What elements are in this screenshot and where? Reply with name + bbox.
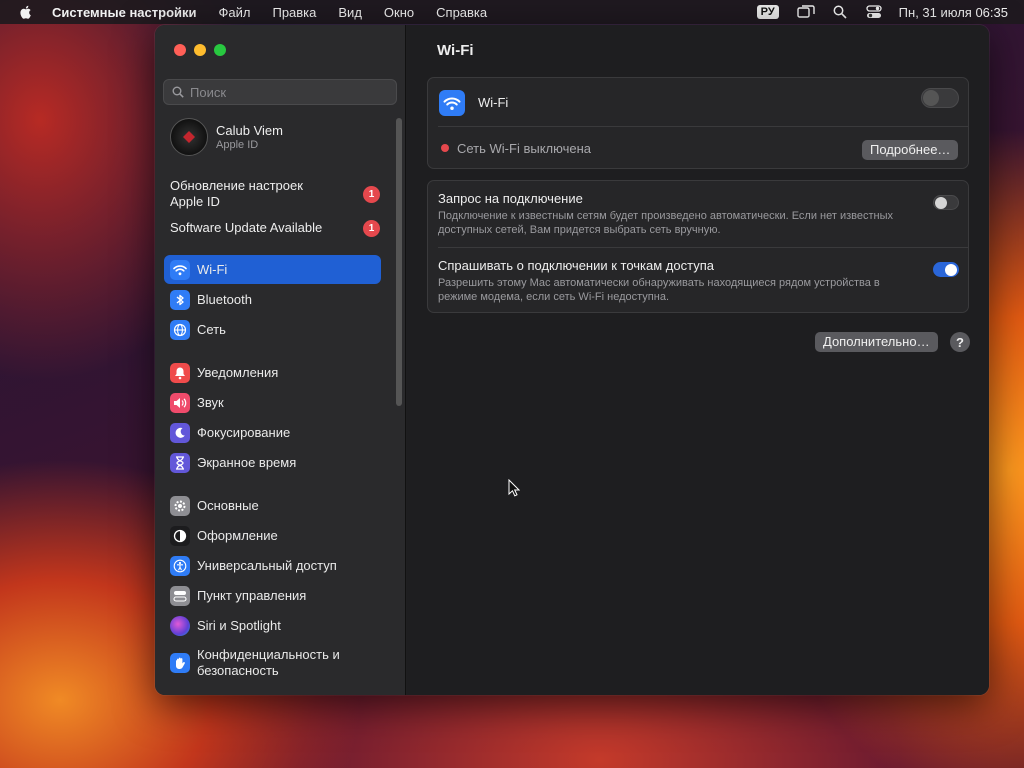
content-pane: Wi-Fi Wi-Fi Сеть Wi-Fi выключена Подробн…	[407, 25, 989, 695]
moon-icon	[170, 422, 190, 443]
sidebar-search	[163, 79, 397, 105]
sidebar-item-label: Сеть	[197, 321, 226, 337]
sidebar-item-label: Основные	[197, 497, 259, 513]
divider	[438, 247, 968, 248]
sidebar-item-screen-time[interactable]: Экранное время	[164, 448, 381, 477]
accessibility-icon	[170, 555, 190, 576]
window-controls	[174, 44, 226, 56]
search-icon	[172, 86, 184, 98]
siri-icon	[170, 615, 190, 636]
sidebar-item-label: Wi-Fi	[197, 261, 228, 277]
bell-icon	[170, 362, 190, 383]
spotlight-search-icon[interactable]	[831, 4, 849, 20]
wifi-icon	[439, 90, 465, 116]
sidebar-item-label: Siri и Spotlight	[197, 617, 281, 633]
sidebar-item-notifications[interactable]: Уведомления	[164, 358, 381, 387]
sidebar-item-label: Оформление	[197, 527, 278, 543]
sidebar-item-sound[interactable]: Звук	[164, 388, 381, 417]
wifi-icon	[170, 259, 190, 280]
menu-edit[interactable]: Правка	[272, 5, 316, 20]
sidebar-item-control-center[interactable]: Пункт управления	[164, 581, 381, 610]
ask-hotspot-description: Разрешить этому Mac автоматически обнару…	[438, 277, 880, 303]
sidebar-item-label: Bluetooth	[197, 291, 252, 307]
wifi-status-text: Сеть Wi-Fi выключена	[457, 141, 591, 156]
control-center-icon	[170, 585, 190, 606]
menu-extras: РУ Пн, 31 июля 06:35	[756, 4, 1024, 20]
sidebar-item-label: Экранное время	[197, 454, 297, 470]
sidebar-scrollbar[interactable]	[396, 118, 402, 406]
close-window-button[interactable]	[174, 44, 186, 56]
notification-badge: 1	[363, 186, 380, 203]
sidebar-item-wifi[interactable]: Wi-Fi	[164, 255, 381, 284]
details-button[interactable]: Подробнее…	[862, 140, 959, 160]
help-button[interactable]: ?	[950, 332, 970, 352]
sidebar-item-accessibility[interactable]: Универсальный доступ	[164, 551, 381, 580]
menu-file[interactable]: Файл	[219, 5, 251, 20]
apple-id-profile[interactable]: Calub Viem Apple ID	[170, 118, 283, 156]
sidebar-item-label: Уведомления	[197, 364, 279, 380]
ask-to-join-description: Подключение к известным сетям будет прои…	[438, 210, 894, 236]
wifi-toggle[interactable]	[921, 88, 959, 108]
search-input[interactable]	[190, 84, 390, 100]
ask-hotspot-toggle[interactable]	[933, 262, 959, 277]
sidebar-item-siri-spotlight[interactable]: Siri и Spotlight	[164, 611, 381, 640]
hourglass-icon	[170, 452, 190, 473]
appearance-icon	[170, 525, 190, 546]
menu-bar: Системные настройки Файл Правка Вид Окно…	[0, 0, 1024, 24]
status-indicator-icon	[441, 144, 449, 152]
sidebar-item-privacy-security[interactable]: Конфиденциальность и безопасность	[164, 645, 381, 681]
ask-to-join-title: Запрос на подключение	[438, 191, 583, 206]
ask-to-join-toggle[interactable]	[933, 195, 959, 210]
avatar	[170, 118, 208, 156]
notification-apple-id-update[interactable]: Обновление настроек Apple ID 1	[170, 178, 380, 212]
sidebar-item-focus[interactable]: Фокусирование	[164, 418, 381, 447]
profile-name: Calub Viem	[216, 123, 283, 138]
menu-view[interactable]: Вид	[338, 5, 362, 20]
options-card: Запрос на подключение Подключение к изве…	[427, 180, 969, 313]
notification-software-update[interactable]: Software Update Available 1	[170, 220, 380, 240]
mouse-cursor-icon	[508, 479, 520, 497]
apple-logo-icon[interactable]	[18, 4, 34, 20]
sidebar-item-label: Конфиденциальность и безопасность	[197, 647, 340, 678]
sidebar-item-label: Звук	[197, 394, 224, 410]
input-source-badge[interactable]: РУ	[756, 5, 779, 19]
bluetooth-icon	[170, 289, 190, 310]
gear-icon	[170, 495, 190, 516]
wifi-label: Wi-Fi	[478, 95, 509, 110]
control-center-icon[interactable]	[865, 4, 883, 20]
sidebar: Calub Viem Apple ID Обновление настроек …	[155, 25, 406, 695]
sidebar-item-network[interactable]: Сеть	[164, 315, 381, 344]
notification-label: Обновление настроек Apple ID	[170, 178, 303, 209]
globe-icon	[170, 319, 190, 340]
wifi-card: Wi-Fi Сеть Wi-Fi выключена Подробнее…	[427, 77, 969, 169]
menu-clock[interactable]: Пн, 31 июля 06:35	[899, 5, 1008, 20]
speaker-icon	[170, 392, 190, 413]
menu-help[interactable]: Справка	[436, 5, 487, 20]
divider	[438, 126, 968, 127]
hand-icon	[170, 653, 190, 673]
page-title: Wi-Fi	[437, 42, 474, 59]
sidebar-item-bluetooth[interactable]: Bluetooth	[164, 285, 381, 314]
screen-mirroring-icon[interactable]	[796, 4, 815, 20]
profile-subtitle: Apple ID	[216, 139, 259, 151]
sidebar-item-general[interactable]: Основные	[164, 491, 381, 520]
notification-label: Software Update Available	[170, 220, 323, 235]
advanced-button[interactable]: Дополнительно…	[815, 332, 938, 352]
zoom-window-button[interactable]	[214, 44, 226, 56]
settings-window: Calub Viem Apple ID Обновление настроек …	[155, 25, 989, 695]
sidebar-item-appearance[interactable]: Оформление	[164, 521, 381, 550]
ask-hotspot-title: Спрашивать о подключении к точкам доступ…	[438, 258, 714, 273]
notification-badge: 1	[363, 220, 380, 237]
sidebar-item-label: Универсальный доступ	[197, 557, 337, 573]
sidebar-item-label: Пункт управления	[197, 587, 307, 603]
menu-window[interactable]: Окно	[384, 5, 414, 20]
minimize-window-button[interactable]	[194, 44, 206, 56]
sidebar-item-label: Фокусирование	[197, 424, 291, 440]
menu-app-name[interactable]: Системные настройки	[52, 5, 197, 20]
